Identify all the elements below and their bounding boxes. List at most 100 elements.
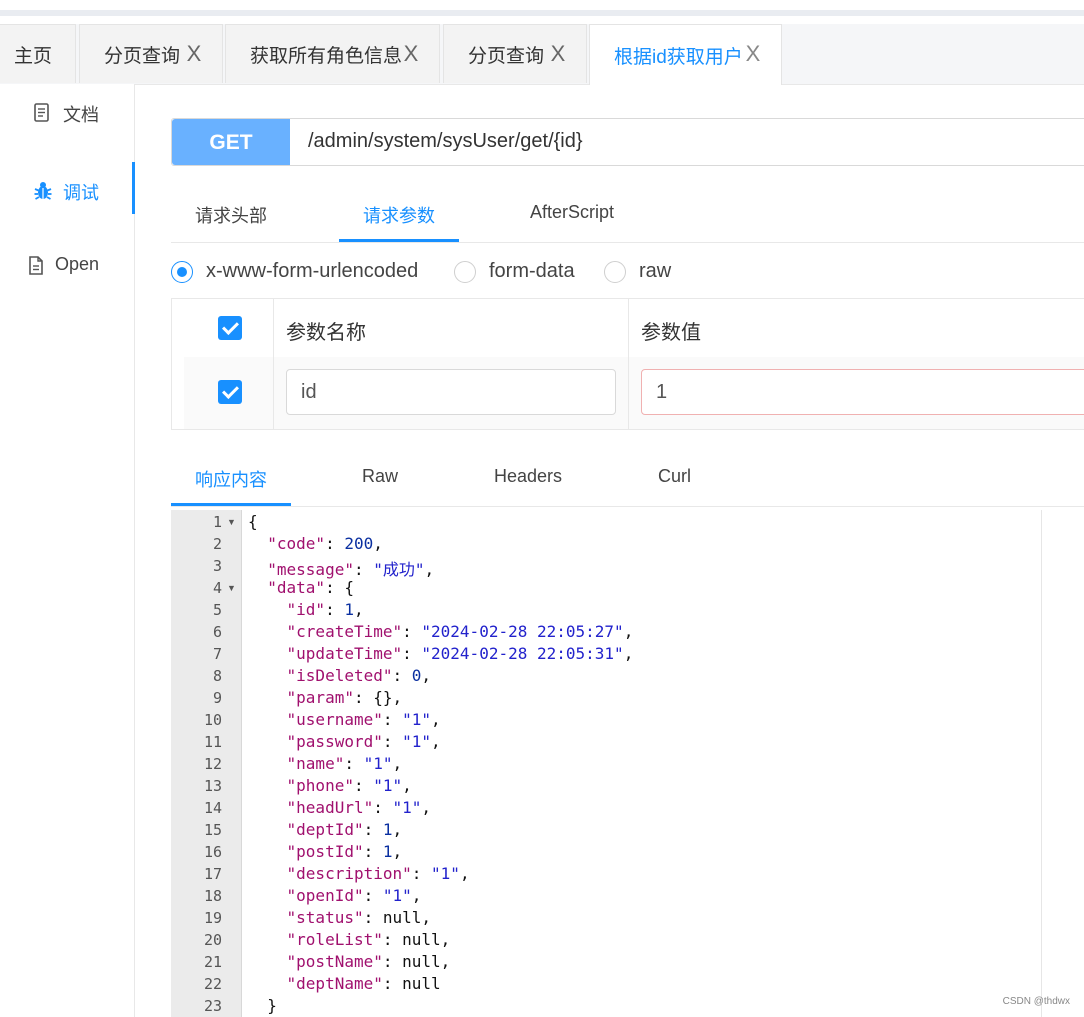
column-divider bbox=[273, 357, 274, 429]
code-token: "data" bbox=[267, 578, 326, 597]
table-row: id 1 bbox=[184, 357, 1084, 429]
active-indicator bbox=[132, 162, 135, 214]
close-icon[interactable]: X bbox=[403, 41, 419, 67]
tab-get-user-by-id[interactable]: 根据id获取用户 X bbox=[589, 24, 782, 85]
code-token: , bbox=[421, 666, 432, 685]
document-tab-bar: 主页 分页查询 X 获取所有角色信息 X 分页查询 X 根据id获取用户 X bbox=[0, 24, 1084, 85]
param-name-input[interactable]: id bbox=[286, 369, 616, 415]
tab-curl[interactable]: Curl bbox=[658, 466, 691, 487]
tab-page-query-2[interactable]: 分页查询 X bbox=[443, 24, 587, 83]
line-number: 18 bbox=[203, 887, 222, 905]
code-line: "postName": null, bbox=[248, 952, 451, 971]
tab-page-query-1[interactable]: 分页查询 X bbox=[79, 24, 223, 83]
code-token: "param" bbox=[286, 688, 354, 707]
params-table-header: 参数名称 参数值 bbox=[184, 299, 1084, 358]
code-token: "1" bbox=[392, 798, 422, 817]
tab-raw[interactable]: Raw bbox=[362, 466, 398, 487]
code-token: 1 bbox=[382, 820, 393, 839]
code-token: "updateTime" bbox=[286, 644, 403, 663]
select-all-checkbox[interactable] bbox=[218, 316, 242, 340]
code-line: "isDeleted": 0, bbox=[248, 666, 432, 685]
tab-afterscript[interactable]: AfterScript bbox=[530, 202, 614, 223]
code-token: : bbox=[402, 622, 422, 641]
document-icon bbox=[33, 102, 51, 124]
code-token: "isDeleted" bbox=[286, 666, 393, 685]
side-item-open[interactable]: Open bbox=[0, 237, 134, 297]
close-icon[interactable]: X bbox=[550, 41, 566, 67]
code-token: "id" bbox=[286, 600, 326, 619]
code-token: , bbox=[392, 820, 403, 839]
response-code-editor[interactable]: 1 ▼ 2 3 4 ▼ 5 6 7 8 9 10 11 12 13 14 15 16 17 18 19 20 21 22 23 … bbox=[171, 510, 1042, 1017]
code-token: "1" bbox=[363, 754, 393, 773]
code-token: , bbox=[459, 864, 470, 883]
side-item-docs[interactable]: 文档 bbox=[0, 84, 134, 144]
active-tab-indicator bbox=[339, 239, 459, 242]
code-token: , bbox=[421, 798, 432, 817]
line-number: 11 bbox=[203, 733, 222, 751]
code-token: : bbox=[382, 732, 403, 751]
code-token: "postName" bbox=[286, 952, 383, 971]
tab-headers[interactable]: Headers bbox=[494, 466, 562, 487]
tab-response-content[interactable]: 响应内容 bbox=[195, 466, 267, 492]
radio-circle[interactable] bbox=[454, 261, 476, 283]
line-number: 12 bbox=[203, 755, 222, 773]
fold-toggle-icon[interactable]: ▼ bbox=[227, 583, 237, 593]
code-token: , bbox=[431, 732, 441, 751]
tab-request-headers[interactable]: 请求头部 bbox=[195, 202, 267, 228]
line-number: 17 bbox=[203, 865, 222, 883]
code-token: , bbox=[392, 842, 403, 861]
code-token: "2024-02-28 22:05:31" bbox=[421, 644, 624, 663]
tab-home[interactable]: 主页 bbox=[0, 24, 76, 83]
code-token: "createTime" bbox=[286, 622, 403, 641]
code-line: "postId": 1, bbox=[248, 842, 403, 861]
row-checkbox[interactable] bbox=[218, 380, 242, 404]
radio-circle[interactable] bbox=[604, 261, 626, 283]
tab-request-params[interactable]: 请求参数 bbox=[363, 202, 435, 228]
code-token: : bbox=[325, 600, 345, 619]
code-token: : bbox=[363, 820, 383, 839]
code-token: "roleList" bbox=[286, 930, 383, 949]
line-number: 8 bbox=[212, 667, 222, 685]
code-line: "roleList": null, bbox=[248, 930, 451, 949]
tab-all-roles[interactable]: 获取所有角色信息 X bbox=[225, 24, 440, 83]
radio-circle[interactable] bbox=[171, 261, 193, 283]
param-value-input[interactable]: 1 bbox=[641, 369, 1084, 415]
line-number: 3 bbox=[212, 557, 222, 575]
line-number: 19 bbox=[203, 909, 222, 927]
side-item-debug[interactable]: 调试 bbox=[0, 162, 135, 222]
code-token: "deptId" bbox=[286, 820, 364, 839]
code-line: "param": {}, bbox=[248, 688, 403, 707]
fold-toggle-icon[interactable]: ▼ bbox=[227, 517, 237, 527]
close-icon[interactable]: X bbox=[745, 41, 761, 67]
code-token: : {}, bbox=[353, 688, 403, 707]
line-number: 9 bbox=[212, 689, 222, 707]
code-line: "description": "1", bbox=[248, 864, 470, 883]
code-token: , bbox=[424, 560, 435, 579]
code-token: : bbox=[363, 886, 383, 905]
code-token: , bbox=[411, 886, 422, 905]
http-method-button[interactable]: GET bbox=[172, 119, 290, 165]
code-token: : bbox=[344, 754, 364, 773]
close-icon[interactable]: X bbox=[186, 41, 202, 67]
line-number: 16 bbox=[203, 843, 222, 861]
code-line: "message": "成功", bbox=[248, 556, 434, 580]
code-token: "1" bbox=[402, 732, 432, 751]
request-url-input[interactable]: /admin/system/sysUser/get/{id} bbox=[308, 130, 583, 153]
line-number: 5 bbox=[212, 601, 222, 619]
column-divider bbox=[273, 299, 274, 357]
line-number: 10 bbox=[203, 711, 222, 729]
code-token: "password" bbox=[286, 732, 383, 751]
line-number: 6 bbox=[212, 623, 222, 641]
content-type-radio-group: x-www-form-urlencoded form-data raw bbox=[171, 258, 1084, 288]
code-token: "openId" bbox=[286, 886, 364, 905]
line-number: 20 bbox=[203, 931, 222, 949]
side-menu: 文档 调试 Open bbox=[0, 84, 135, 1017]
